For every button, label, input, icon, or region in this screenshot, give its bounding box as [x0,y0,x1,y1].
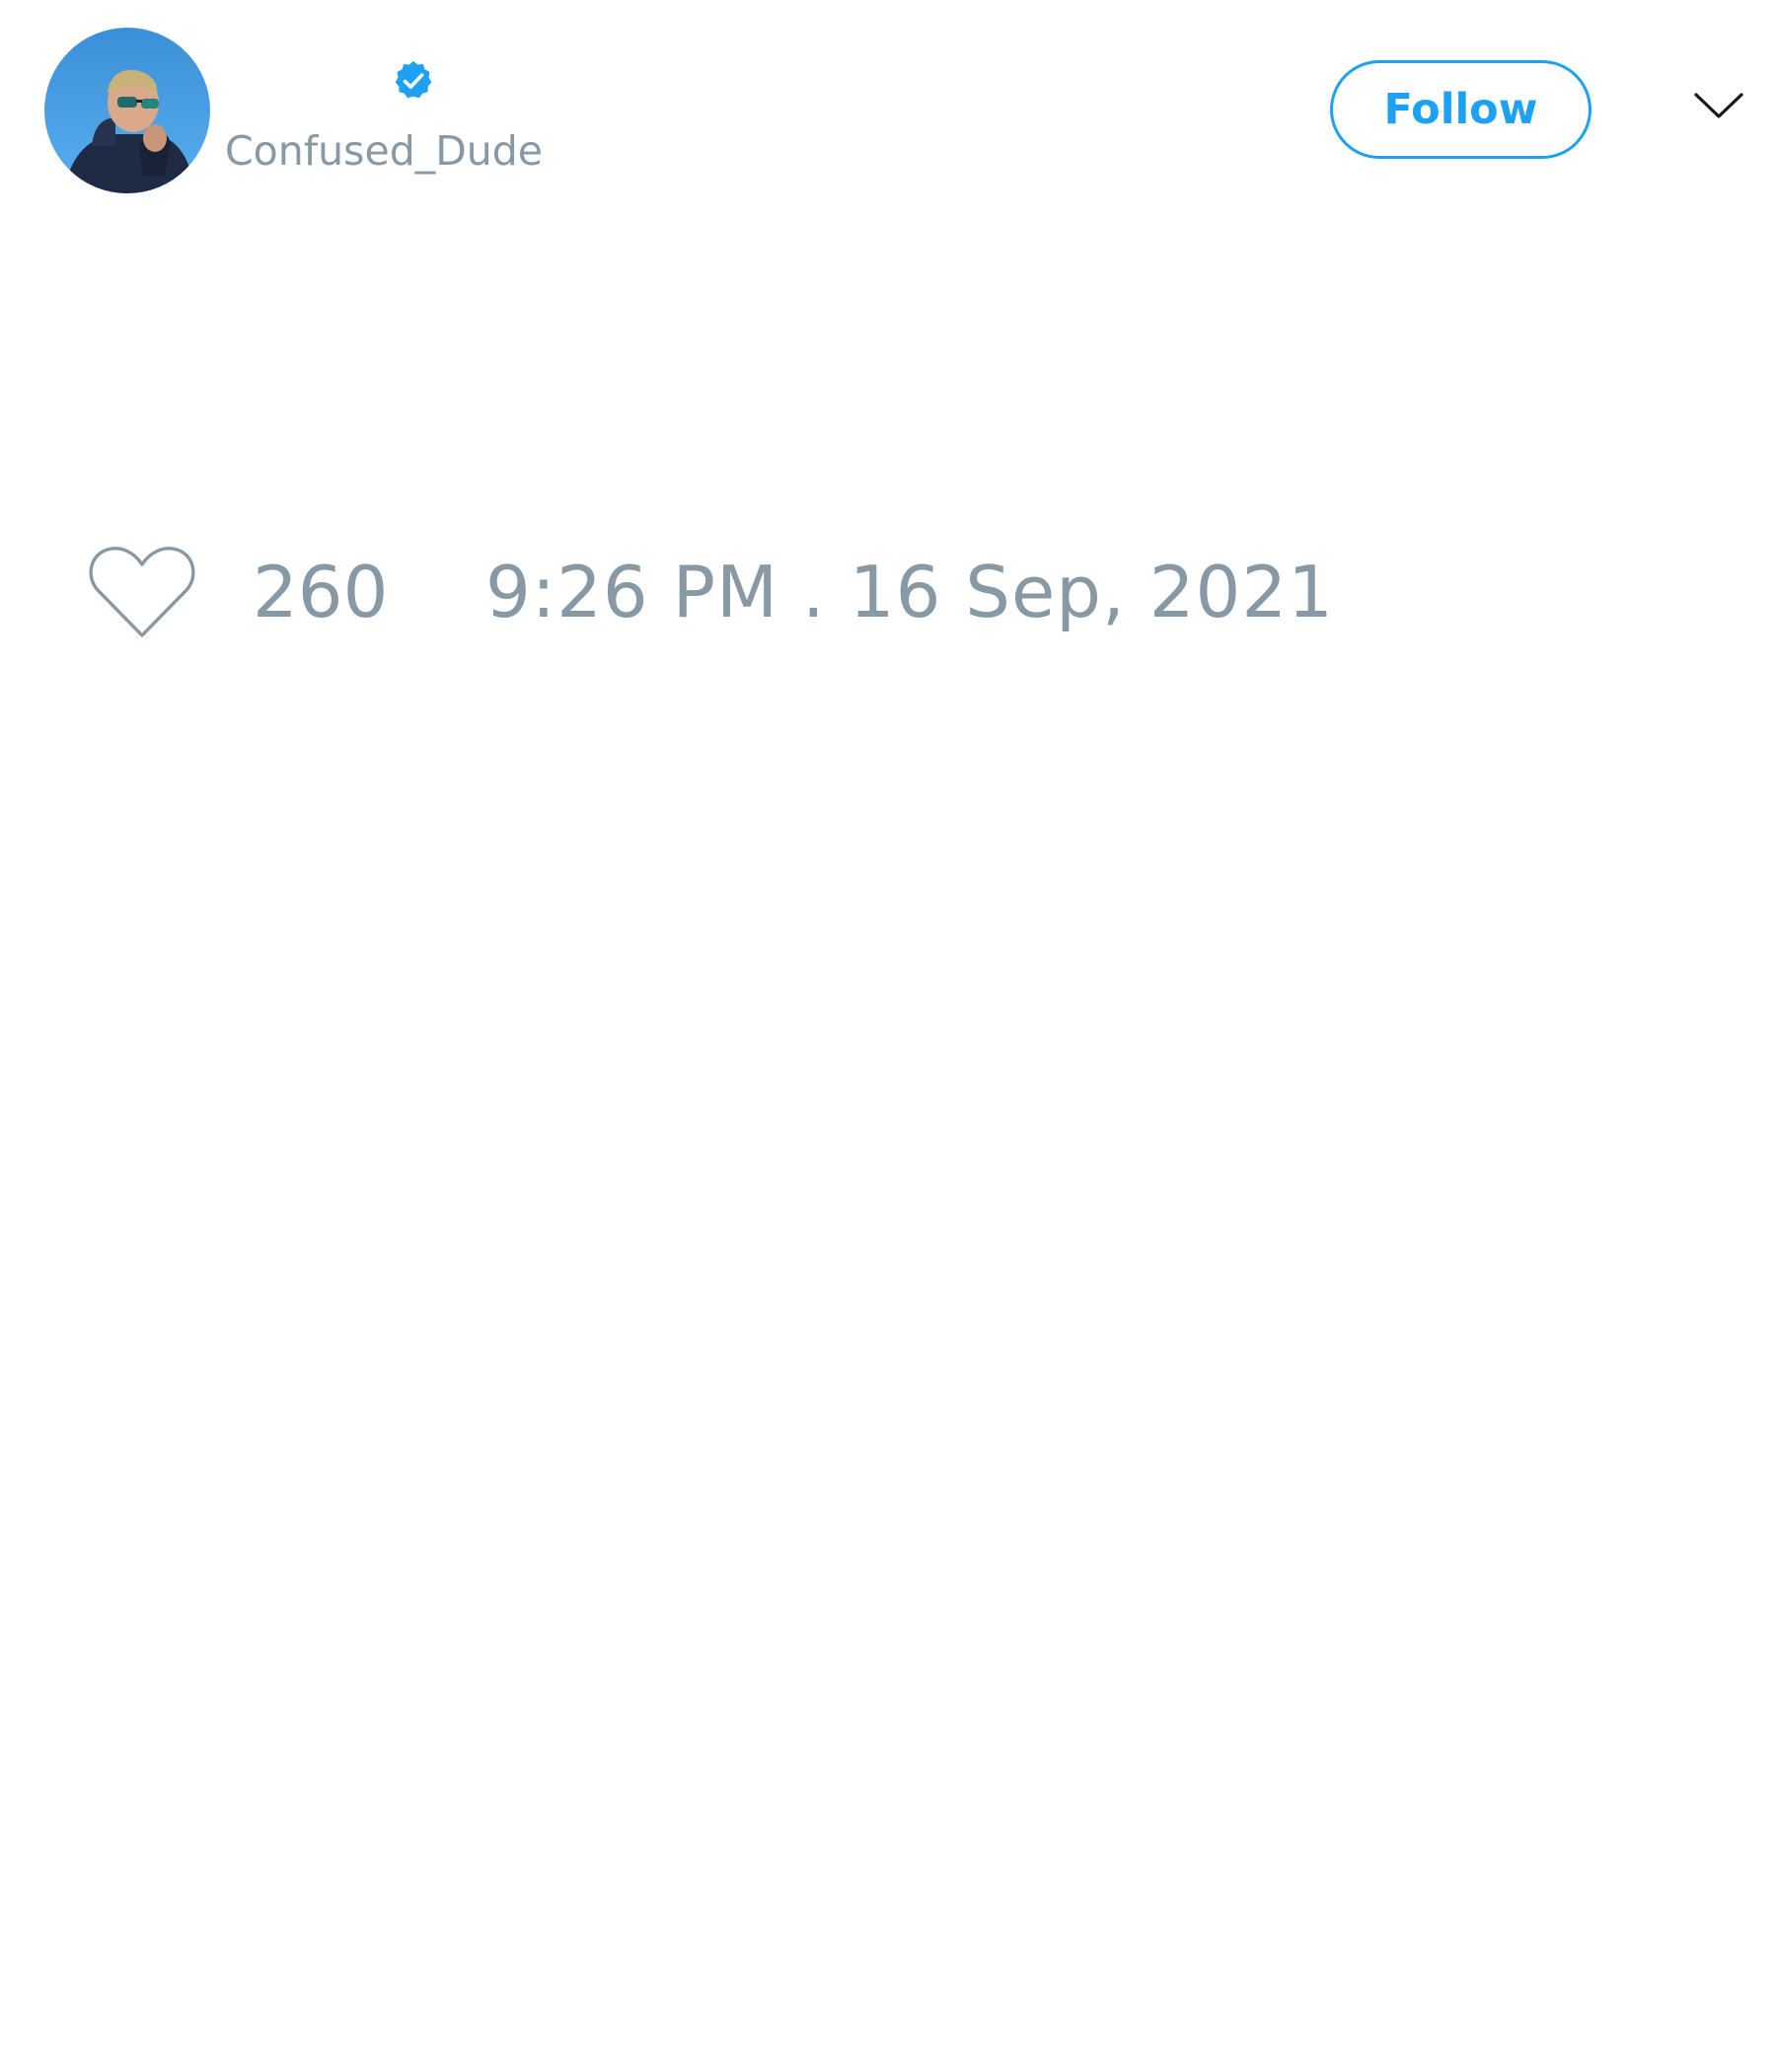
like-count: 260 [253,551,389,633]
verified-badge-icon [395,60,432,99]
follow-button[interactable]: Follow [1330,60,1591,159]
timestamp[interactable]: 9:26 PM . 16 Sep, 2021 [485,551,1334,633]
tweet-footer: 260 9:26 PM . 16 Sep, 2021 [0,533,1776,651]
chevron-down-icon[interactable] [1693,91,1744,120]
avatar-photo [44,28,210,193]
author-handle[interactable]: Confused_Dude [225,126,543,176]
tweet-header: Confused_Dude Follow [0,0,1776,217]
heart-outline-icon[interactable] [88,545,196,639]
avatar[interactable] [44,28,210,193]
